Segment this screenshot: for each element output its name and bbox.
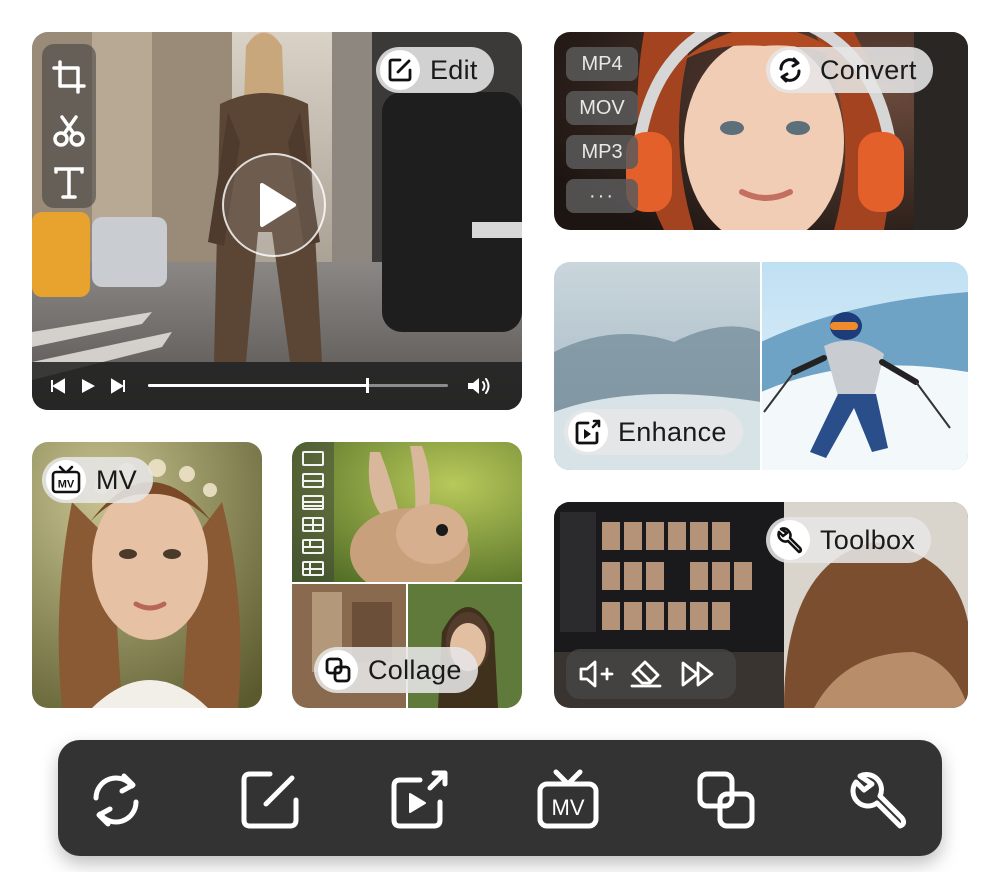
toolbox-label: Toolbox [820,524,916,555]
scissors-icon[interactable] [52,114,86,148]
convert-card[interactable]: MP4 MOV MP3 ··· Convert [554,32,968,230]
collage-label: Collage [368,654,462,685]
mv-pill[interactable]: MV MV [42,457,154,503]
play-icon [260,183,296,227]
dock-convert-icon[interactable] [84,768,148,832]
edit-pill[interactable]: Edit [376,47,494,93]
layout-columns-icon[interactable] [302,561,324,576]
enhance-label: Enhance [618,416,727,447]
volume-icon[interactable] [466,376,492,396]
toolbox-pill[interactable]: Toolbox [766,517,932,563]
text-icon[interactable] [52,166,86,200]
enhance-card[interactable]: Enhance [554,262,968,470]
dock-edit-icon[interactable] [238,768,302,832]
play-small-icon[interactable] [79,377,97,395]
collage-pill[interactable]: Collage [314,647,478,693]
layout-single-icon[interactable] [302,451,324,466]
layout-grid-icon[interactable] [302,517,324,532]
toolbox-icon [770,520,810,560]
toolbox-card[interactable]: Toolbox [554,502,968,708]
format-chip-mp4[interactable]: MP4 [566,47,638,81]
mv-icon: MV [46,460,86,500]
format-chip-mov[interactable]: MOV [566,91,638,125]
mv-label: MV [96,464,138,495]
dock-mv-icon[interactable]: MV [536,768,600,832]
skip-back-icon[interactable] [50,378,66,394]
format-chip-more[interactable]: ··· [566,179,638,213]
svg-text:MV: MV [58,479,75,491]
convert-label: Convert [820,54,917,85]
eraser-icon[interactable] [630,659,664,689]
layout-split-icon[interactable] [302,473,324,488]
fast-forward-icon[interactable] [680,659,718,689]
skip-forward-icon[interactable] [110,378,126,394]
progress-fill [148,384,367,387]
enhance-icon [568,412,608,452]
convert-icon [770,50,810,90]
collage-icon [318,650,358,690]
layout-mixed-icon[interactable] [302,539,324,554]
mv-card[interactable]: MV MV [32,442,262,708]
format-chip-mp3[interactable]: MP3 [566,135,638,169]
edit-icon [380,50,420,90]
bottom-dock: MV [58,740,942,856]
dock-toolbox-icon[interactable] [848,768,912,832]
volume-plus-icon[interactable] [578,659,616,689]
svg-text:MV: MV [552,795,585,820]
collage-card[interactable]: Collage [292,442,522,708]
progress-handle[interactable] [366,378,369,393]
play-overlay-button[interactable] [222,153,326,257]
enhance-pill[interactable]: Enhance [564,409,743,455]
convert-pill[interactable]: Convert [766,47,933,93]
edit-label: Edit [430,54,478,85]
layout-rows-icon[interactable] [302,495,324,510]
dock-collage-icon[interactable] [694,768,758,832]
progress-track[interactable] [148,378,448,393]
edit-card[interactable]: Edit [32,32,522,410]
dock-enhance-icon[interactable] [388,768,452,832]
crop-icon[interactable] [52,60,86,94]
